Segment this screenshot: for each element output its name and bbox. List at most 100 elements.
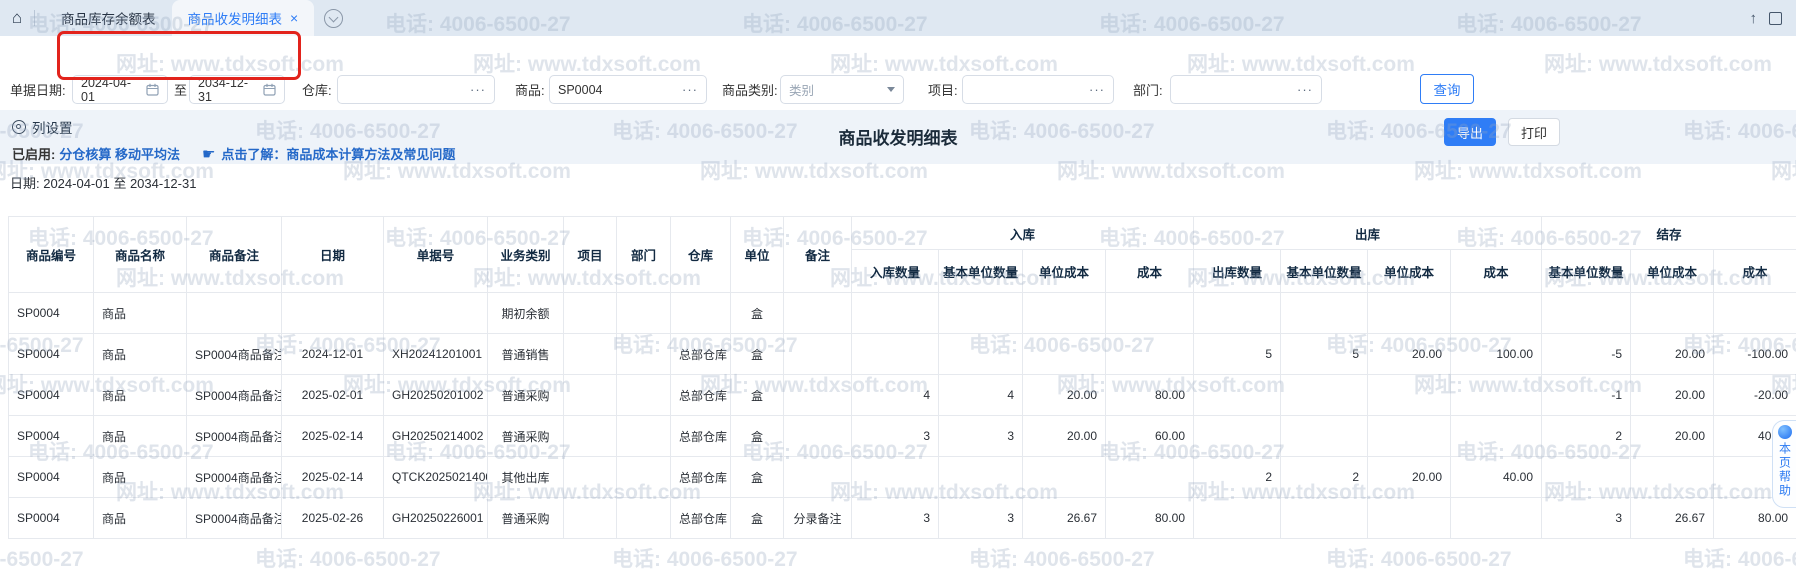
date-to-input[interactable]: 2034-12-31: [189, 75, 285, 104]
watermark-phone: 电话: 4006-6500-27: [1683, 543, 1796, 573]
table-cell: 盒: [731, 498, 784, 539]
table-cell: 总部仓库: [671, 498, 731, 539]
table-cell: 26.67: [1631, 498, 1714, 539]
table-cell: [384, 293, 488, 334]
group-header: 结存: [1542, 217, 1796, 250]
table-cell: [617, 457, 671, 498]
table-cell: 商品: [94, 334, 187, 375]
table-cell: 分录备注: [784, 498, 852, 539]
ellipsis-icon[interactable]: ···: [682, 82, 698, 97]
table-cell: [671, 293, 731, 334]
table-cell: [1194, 416, 1281, 457]
watermark-phone: 电话: 4006-6500-27: [1326, 543, 1512, 573]
table-cell: [1368, 498, 1451, 539]
table-cell: 盒: [731, 416, 784, 457]
costing-method-link[interactable]: 分仓核算 移动平均法: [59, 144, 180, 163]
table-cell: GH20250226001: [384, 498, 488, 539]
chevron-down-icon: [887, 87, 895, 92]
department-input[interactable]: ···: [1170, 75, 1322, 104]
page-help-button[interactable]: 本页帮助: [1772, 420, 1796, 508]
tab-receipt-dispatch-detail[interactable]: 商品收发明细表 ×: [172, 0, 315, 36]
enabled-label: 已启用:: [12, 144, 55, 163]
table-cell: [1281, 498, 1368, 539]
warehouse-input[interactable]: ···: [337, 75, 495, 104]
table-cell: [1368, 416, 1451, 457]
query-button[interactable]: 查询: [1420, 74, 1474, 104]
table-cell: 20.00: [1368, 457, 1451, 498]
table-cell: [617, 293, 671, 334]
table-cell: 普通采购: [488, 375, 564, 416]
table-row: SP0004商品SP0004商品备注2024-12-01XH2024120100…: [9, 334, 1796, 375]
table-cell: -100.00: [1714, 334, 1796, 375]
product-value: SP0004: [558, 83, 682, 97]
column-header: 业务类别: [488, 217, 564, 293]
column-header: 仓库: [671, 217, 731, 293]
table-cell: SP0004商品备注: [187, 334, 282, 375]
table-cell: QTCK20250214002: [384, 457, 488, 498]
table-cell: 商品: [94, 498, 187, 539]
export-button[interactable]: 导出: [1444, 118, 1496, 146]
cost-help-link[interactable]: 点击了解：商品成本计算方法及常见问题: [221, 144, 455, 163]
project-input[interactable]: ···: [962, 75, 1114, 104]
sub-column-header: 基本单位数量: [1281, 250, 1368, 293]
product-input[interactable]: SP0004 ···: [549, 75, 707, 104]
table-cell: [617, 498, 671, 539]
fullscreen-icon[interactable]: [1769, 12, 1782, 25]
table-cell: 总部仓库: [671, 375, 731, 416]
category-select[interactable]: 类别: [780, 75, 904, 104]
tab-inventory-balance[interactable]: 商品库存余额表: [45, 0, 172, 36]
home-icon[interactable]: ⌂: [0, 8, 34, 28]
ellipsis-icon[interactable]: ···: [1089, 82, 1105, 97]
tab-list-chevron-down-icon[interactable]: [324, 9, 343, 28]
table-cell: [852, 334, 939, 375]
table-cell: 100.00: [1451, 334, 1542, 375]
group-header: 出库: [1194, 217, 1542, 250]
table-cell: 盒: [731, 293, 784, 334]
table-cell: 20.00: [1631, 334, 1714, 375]
table-cell: SP0004商品备注: [187, 375, 282, 416]
table-cell: [1368, 375, 1451, 416]
column-header: 部门: [617, 217, 671, 293]
scroll-top-icon[interactable]: ↑: [1750, 10, 1758, 27]
sub-column-header: 成本: [1714, 250, 1796, 293]
table-cell: [564, 375, 617, 416]
table-cell: 80.00: [1106, 498, 1194, 539]
table-cell: 26.67: [1023, 498, 1106, 539]
sub-column-header: 单位成本: [1023, 250, 1106, 293]
table-cell: SP0004商品备注: [187, 498, 282, 539]
table-cell: GH20250214002: [384, 416, 488, 457]
department-label: 部门:: [1133, 75, 1163, 104]
column-header: 单位: [731, 217, 784, 293]
sub-column-header: 成本: [1106, 250, 1194, 293]
table-cell: 商品: [94, 375, 187, 416]
column-header: 备注: [784, 217, 852, 293]
watermark-phone: 电话: 4006-6500-27: [255, 543, 441, 573]
table-cell: [939, 457, 1023, 498]
group-header: 入库: [852, 217, 1194, 250]
table-cell: SP0004: [9, 416, 94, 457]
table-cell: [282, 293, 384, 334]
table-cell: -1: [1542, 375, 1631, 416]
table-cell: [617, 375, 671, 416]
sub-column-header: 基本单位数量: [939, 250, 1023, 293]
table-cell: 2025-02-14: [282, 416, 384, 457]
ellipsis-icon[interactable]: ···: [470, 82, 486, 97]
table-cell: [1106, 457, 1194, 498]
column-header: 日期: [282, 217, 384, 293]
date-from-input[interactable]: 2024-04-01: [72, 75, 168, 104]
close-icon[interactable]: ×: [290, 10, 298, 26]
table-cell: [1281, 293, 1368, 334]
ellipsis-icon[interactable]: ···: [1297, 82, 1313, 97]
table-cell: [564, 498, 617, 539]
watermark-phone: 电话: 4006-6500-27: [0, 543, 84, 573]
app-window: ⌂ 商品库存余额表 商品收发明细表 × ↑ 单据日期: 2024-04-01 至…: [0, 0, 1796, 575]
report-date-range: 日期: 2024-04-01 至 2034-12-31: [10, 173, 196, 192]
table-cell: [852, 293, 939, 334]
table-cell: [1194, 293, 1281, 334]
print-button[interactable]: 打印: [1508, 118, 1560, 146]
column-header: 商品名称: [94, 217, 187, 293]
project-label: 项目:: [928, 75, 958, 104]
table-cell: 20.00: [1023, 375, 1106, 416]
table-cell: [1451, 375, 1542, 416]
table-cell: 总部仓库: [671, 457, 731, 498]
